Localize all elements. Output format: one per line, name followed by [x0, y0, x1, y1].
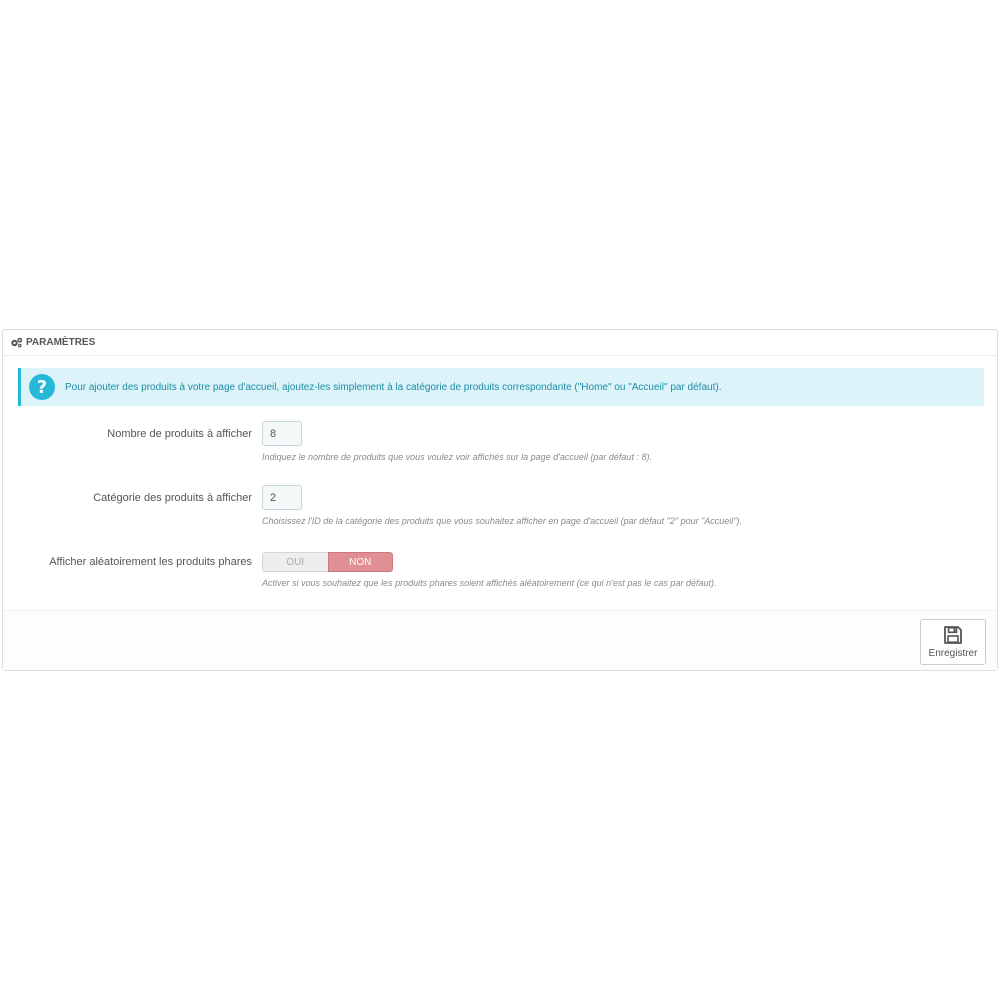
category-input[interactable]: [262, 485, 302, 510]
alert-text: Pour ajouter des produits à votre page d…: [65, 381, 722, 393]
nb-products-help: Indiquez le nombre de produits que vous …: [262, 452, 652, 462]
info-alert: ? Pour ajouter des produits à votre page…: [18, 368, 984, 406]
random-help: Activer si vous souhaitez que les produi…: [262, 578, 717, 588]
settings-panel: PARAMÈTRES ? Pour ajouter des produits à…: [2, 329, 998, 671]
category-help: Choisissez l'ID de la catégorie des prod…: [262, 516, 742, 526]
random-label: Afficher aléatoirement les produits phar…: [49, 556, 252, 568]
save-button[interactable]: Enregistrer: [920, 619, 986, 665]
category-label: Catégorie des produits à afficher: [93, 492, 252, 504]
panel-title: PARAMÈTRES: [26, 337, 96, 348]
random-toggle[interactable]: OUI NON: [262, 552, 393, 572]
toggle-no-option[interactable]: NON: [327, 552, 393, 572]
question-icon: ?: [29, 374, 55, 400]
toggle-yes-option[interactable]: OUI: [262, 552, 328, 572]
nb-products-input[interactable]: [262, 421, 302, 446]
floppy-disk-icon: [943, 625, 963, 645]
save-button-label: Enregistrer: [928, 648, 978, 659]
gears-icon: [10, 337, 23, 348]
panel-heading: PARAMÈTRES: [3, 330, 997, 356]
nb-products-label: Nombre de produits à afficher: [107, 428, 252, 440]
panel-footer: Enregistrer: [3, 610, 997, 670]
